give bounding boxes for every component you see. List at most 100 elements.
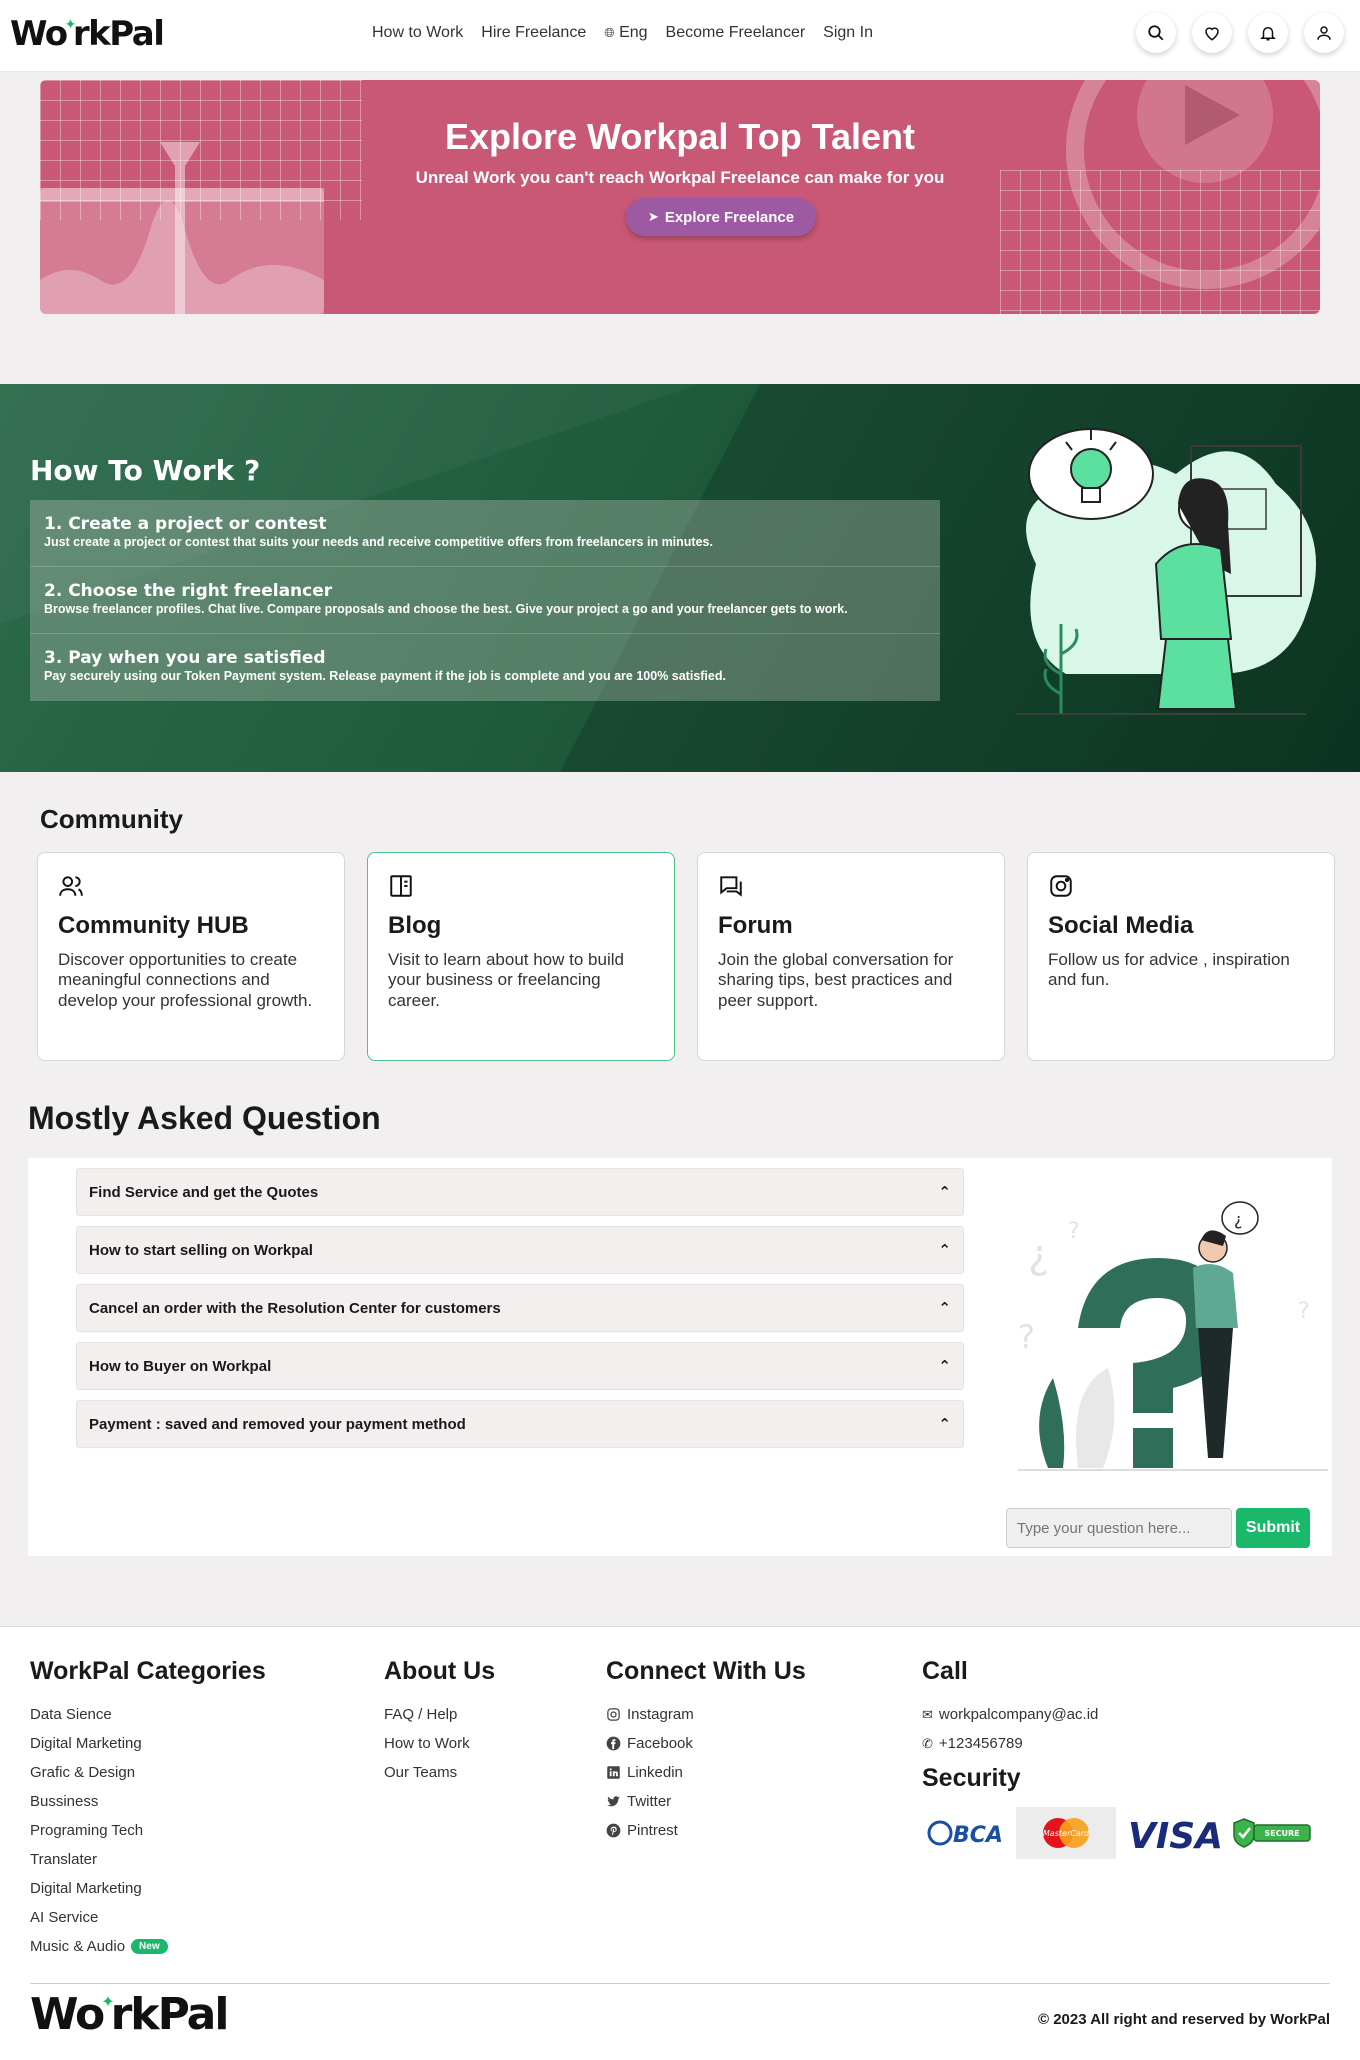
hero-banner: Explore Workpal Top Talent Unreal Work y… <box>40 80 1320 314</box>
nav-links: How to Work Hire Freelance 🌐︎ Eng Become… <box>372 24 873 42</box>
footer-social-link-facebook[interactable]: Facebook <box>606 1729 806 1758</box>
footer-social-link-pinterest[interactable]: Pintrest <box>606 1816 806 1845</box>
new-badge: New <box>131 1939 168 1954</box>
thinking-woman-illustration <box>1016 428 1316 715</box>
footer-social-label: Linkedin <box>627 1764 683 1781</box>
footer-social-label: Instagram <box>627 1706 694 1723</box>
footer-category-link[interactable]: Programing Tech <box>30 1816 266 1845</box>
svg-text:¿: ¿ <box>1234 1210 1243 1229</box>
footer-connect-title: Connect With Us <box>606 1657 806 1685</box>
instagram-icon <box>607 1708 620 1721</box>
logo-star-icon: ✦ <box>64 17 77 33</box>
nav-link-how-to-work[interactable]: How to Work <box>372 24 463 42</box>
profile-button[interactable] <box>1304 13 1344 53</box>
bca-logo: BCA <box>922 1810 1008 1856</box>
footer-category-link[interactable]: Bussiness <box>30 1787 266 1816</box>
book-icon <box>390 875 412 897</box>
user-icon <box>1317 26 1331 40</box>
chevron-up-icon: ⌃ <box>938 1358 951 1375</box>
faq-item[interactable]: How to start selling on Workpal ⌃ <box>76 1226 964 1274</box>
phone-icon: ✆ <box>922 1735 933 1751</box>
footer-about-link[interactable]: Our Teams <box>384 1758 495 1787</box>
step-title: 2. Choose the right freelancer <box>44 581 333 601</box>
copyright-text: © 2023 All right and reserved by WorkPal <box>1038 2011 1330 2028</box>
logo-text-right: rkPal <box>110 1989 230 2040</box>
card-desc: Join the global conversation for sharing… <box>718 950 954 1010</box>
footer-social-label: Twitter <box>627 1793 672 1810</box>
step-item: 3. Pay when you are satisfied Pay secure… <box>30 634 940 701</box>
footer-about-link[interactable]: FAQ / Help <box>384 1700 495 1729</box>
search-button[interactable] <box>1136 13 1176 53</box>
footer-phone[interactable]: ✆ +123456789 <box>922 1729 1314 1758</box>
footer-categories: WorkPal Categories Data Sience Digital M… <box>30 1657 266 1961</box>
explore-freelance-button[interactable]: ➤ Explore Freelance <box>626 198 816 236</box>
faq-section: Find Service and get the Quotes ⌃ How to … <box>28 1158 1332 1556</box>
search-icon <box>1148 25 1164 41</box>
footer-category-link[interactable]: AI Service <box>30 1903 266 1932</box>
faq-item[interactable]: Find Service and get the Quotes ⌃ <box>76 1168 964 1216</box>
faq-item[interactable]: Cancel an order with the Resolution Cent… <box>76 1284 964 1332</box>
bca-logo-text: BCA <box>953 1823 1003 1848</box>
mastercard-logo: MasterCard <box>1016 1807 1116 1859</box>
nav-icon-group <box>1136 13 1344 53</box>
footer-categories-title: WorkPal Categories <box>30 1657 266 1685</box>
footer-category-link[interactable]: Digital Marketing <box>30 1729 266 1758</box>
footer-about-link[interactable]: How to Work <box>384 1729 495 1758</box>
footer-email[interactable]: ✉︎ workpalcompany@ac.id <box>922 1700 1314 1729</box>
footer-social-link-linkedin[interactable]: Linkedin <box>606 1758 806 1787</box>
how-to-work-title: How To Work ? <box>30 454 261 487</box>
security-logos: BCA MasterCard VISA SECURE <box>922 1807 1314 1859</box>
nav-link-become-freelancer[interactable]: Become Freelancer <box>666 24 806 42</box>
top-navbar: Wo ✦ rkPal How to Work Hire Freelance 🌐︎ E… <box>0 0 1360 72</box>
forum-card[interactable]: Forum Join the global conversation for s… <box>697 852 1005 1061</box>
nav-link-sign-in[interactable]: Sign In <box>823 24 873 42</box>
nav-link-hire-freelance[interactable]: Hire Freelance <box>481 24 586 42</box>
footer-category-link[interactable]: Data Sience <box>30 1700 266 1729</box>
bell-icon <box>1260 27 1276 41</box>
footer-category-link[interactable]: Music & Audio New <box>30 1932 266 1961</box>
heart-icon <box>1205 27 1219 41</box>
footer-call-title: Call <box>922 1657 968 1685</box>
footer-category-link[interactable]: Grafic & Design <box>30 1758 266 1787</box>
secure-badge-logo: SECURE <box>1233 1818 1311 1848</box>
visa-logo: VISA <box>1128 1816 1223 1856</box>
footer-social-link-instagram[interactable]: Instagram <box>606 1700 806 1729</box>
nav-link-language[interactable]: 🌐︎ Eng <box>604 24 647 42</box>
mail-icon: ✉︎ <box>922 1706 933 1722</box>
chevron-up-icon: ⌃ <box>938 1416 951 1433</box>
workpal-logo[interactable]: Wo ✦ rkPal <box>10 14 165 54</box>
faq-question: How to start selling on Workpal <box>89 1241 313 1259</box>
favorites-button[interactable] <box>1192 13 1232 53</box>
logo-star-icon: ✦ <box>101 1992 114 2011</box>
question-illustration: ¿ ? ? ? ¿ <box>1018 1201 1328 1471</box>
logo-text-left: Wo <box>30 1989 105 2040</box>
community-hub-card[interactable]: Community HUB Discover opportunities to … <box>37 852 345 1061</box>
secure-badge-text: SECURE <box>1264 1829 1299 1838</box>
faq-question: Find Service and get the Quotes <box>89 1183 319 1201</box>
footer-workpal-logo[interactable]: Wo ✦ rkPal <box>30 1989 230 2040</box>
community-cards: Community HUB Discover opportunities to … <box>37 852 1335 1061</box>
hero-subtitle: Unreal Work you can't reach Workpal Free… <box>415 168 945 187</box>
social-media-card[interactable]: Social Media Follow us for advice , insp… <box>1027 852 1335 1061</box>
question-input[interactable] <box>1006 1508 1232 1548</box>
notifications-button[interactable] <box>1248 13 1288 53</box>
footer-category-label: Music & Audio <box>30 1938 126 1955</box>
phone-text: +123456789 <box>938 1735 1023 1752</box>
faq-item[interactable]: Payment : saved and removed your payment… <box>76 1400 964 1448</box>
visa-logo-text: VISA <box>1128 1816 1223 1856</box>
card-desc: Visit to learn about how to build your b… <box>388 950 624 1010</box>
faq-question: Cancel an order with the Resolution Cent… <box>89 1299 501 1317</box>
footer-category-link[interactable]: Translater <box>30 1845 266 1874</box>
submit-question-button[interactable]: Submit <box>1236 1508 1310 1548</box>
blog-card[interactable]: Blog Visit to learn about how to build y… <box>367 852 675 1061</box>
footer-divider <box>30 1983 1330 1984</box>
faq-item[interactable]: How to Buyer on Workpal ⌃ <box>76 1342 964 1390</box>
chevron-up-icon: ⌃ <box>938 1300 951 1317</box>
how-to-work-steps: 1. Create a project or contest Just crea… <box>30 500 940 701</box>
svg-text:¿: ¿ <box>1028 1232 1049 1278</box>
footer: WorkPal Categories Data Sience Digital M… <box>0 1626 1360 2060</box>
how-to-work-section: How To Work ? 1. Create a project or con… <box>0 384 1360 772</box>
footer-category-link[interactable]: Digital Marketing <box>30 1874 266 1903</box>
card-title: Community HUB <box>58 912 249 939</box>
footer-social-link-twitter[interactable]: Twitter <box>606 1787 806 1816</box>
